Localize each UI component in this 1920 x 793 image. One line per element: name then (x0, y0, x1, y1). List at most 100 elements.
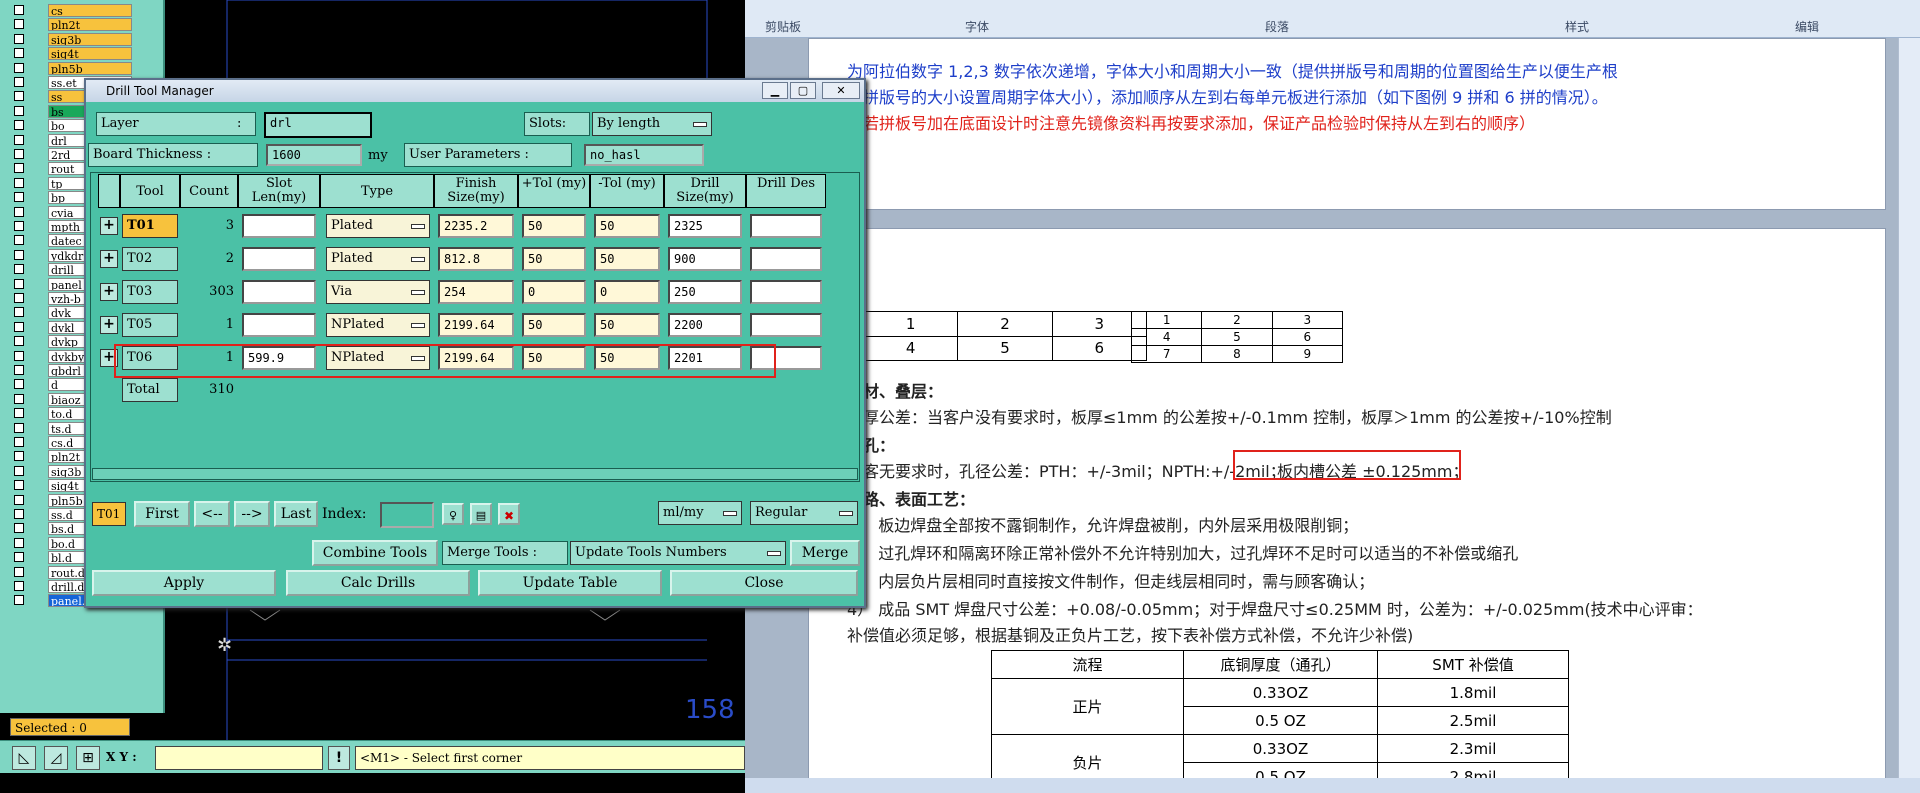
close-icon[interactable]: ✕ (822, 82, 860, 99)
layer-checkbox[interactable] (14, 91, 24, 102)
layer-checkbox[interactable] (14, 408, 24, 419)
layer-checkbox[interactable] (14, 321, 24, 332)
layer-checkbox[interactable] (14, 451, 24, 462)
dialog-titlebar[interactable]: Drill Tool Manager (86, 80, 864, 102)
plus-tol-input[interactable]: 0 (522, 280, 586, 304)
layer-checkbox[interactable] (14, 350, 24, 361)
layer-checkbox[interactable] (14, 221, 24, 231)
type-select[interactable]: Plated (326, 214, 430, 238)
apply-button[interactable]: Apply (92, 570, 276, 596)
expand-row-icon[interactable]: + (100, 283, 118, 301)
layer-checkbox[interactable] (14, 48, 24, 59)
update-table-button[interactable]: Update Table (478, 570, 662, 596)
user-params-input[interactable]: no_hasl (584, 144, 704, 166)
layer-name[interactable]: cs (48, 4, 132, 17)
xy-input[interactable] (155, 746, 323, 770)
layer-checkbox[interactable] (14, 379, 24, 390)
layer-checkbox[interactable] (14, 206, 24, 217)
slot-length-input[interactable] (242, 280, 316, 304)
minus-tol-input[interactable]: 50 (594, 247, 660, 271)
layer-checkbox[interactable] (14, 5, 24, 15)
ribbon-group-paragraph[interactable]: 段落 (1265, 18, 1289, 35)
layer-checkbox[interactable] (14, 422, 24, 433)
layer-row[interactable]: pln5b (14, 61, 132, 75)
layer-checkbox[interactable] (14, 494, 24, 505)
type-select[interactable]: NPlated (326, 313, 430, 337)
slot-length-input[interactable] (242, 313, 316, 337)
last-button[interactable]: Last (274, 501, 318, 527)
finish-size-input[interactable]: 254 (438, 280, 514, 304)
filter-icon[interactable]: ▤ (470, 503, 492, 525)
layer-checkbox[interactable] (14, 293, 24, 303)
plus-tol-input[interactable]: 50 (522, 313, 586, 337)
drill-size-input[interactable]: 2200 (668, 313, 742, 337)
minus-tol-input[interactable]: 0 (594, 280, 660, 304)
expand-row-icon[interactable]: + (100, 217, 118, 235)
layer-checkbox[interactable] (14, 105, 24, 116)
layer-checkbox[interactable] (14, 77, 24, 87)
layer-checkbox[interactable] (14, 33, 24, 44)
board-thickness-input[interactable]: 1600 (266, 144, 362, 166)
layer-checkbox[interactable] (14, 62, 24, 73)
merge-button[interactable]: Merge (790, 540, 860, 566)
drill-des-input[interactable] (750, 313, 822, 337)
finish-size-input[interactable]: 812.8 (438, 247, 514, 271)
calc-drills-button[interactable]: Calc Drills (286, 570, 470, 596)
drill-size-input[interactable]: 250 (668, 280, 742, 304)
layer-checkbox[interactable] (14, 595, 24, 606)
layer-checkbox[interactable] (14, 537, 24, 548)
layer-row[interactable]: sig3b (14, 32, 132, 46)
layer-checkbox[interactable] (14, 307, 24, 318)
first-button[interactable]: First (134, 501, 190, 527)
layer-checkbox[interactable] (14, 437, 24, 447)
layer-checkbox[interactable] (14, 264, 24, 275)
finish-size-input[interactable]: 2235.2 (438, 214, 514, 238)
delete-icon[interactable]: ✖ (498, 503, 520, 525)
table-horizontal-scrollbar[interactable] (92, 468, 858, 480)
layer-row[interactable]: sig4t (14, 47, 132, 61)
layer-name[interactable]: pln5b (48, 61, 132, 75)
merge-tools-select[interactable]: Update Tools Numbers (570, 541, 786, 565)
finish-size-input[interactable]: 2199.64 (438, 313, 514, 337)
drill-size-input[interactable]: 900 (668, 247, 742, 271)
ribbon-group-font[interactable]: 字体 (965, 18, 989, 35)
next-button[interactable]: --> (234, 501, 270, 527)
plus-tol-input[interactable]: 50 (522, 247, 586, 271)
index-input[interactable] (380, 502, 434, 528)
drill-des-input[interactable] (750, 214, 822, 238)
drill-size-input[interactable]: 2325 (668, 214, 742, 238)
layer-checkbox[interactable] (14, 509, 24, 519)
layer-name[interactable]: pln2t (48, 18, 132, 32)
minus-tol-input[interactable]: 50 (594, 214, 660, 238)
ribbon-group-clipboard[interactable]: 剪贴板 (765, 18, 801, 35)
plus-tol-input[interactable]: 50 (522, 214, 586, 238)
layer-checkbox[interactable] (14, 278, 24, 289)
drill-des-input[interactable] (750, 247, 822, 271)
snap-tool-icon[interactable]: ◺ (12, 746, 36, 770)
layer-name[interactable]: sig4t (48, 47, 132, 61)
combine-tools-button[interactable]: Combine Tools (312, 540, 438, 566)
layer-checkbox[interactable] (14, 235, 24, 246)
ribbon-group-editing[interactable]: 编辑 (1795, 18, 1819, 35)
layer-row[interactable]: cs (14, 4, 132, 17)
layer-checkbox[interactable] (14, 177, 24, 188)
layer-checkbox[interactable] (14, 134, 24, 145)
ribbon-group-styles[interactable]: 样式 (1565, 18, 1589, 35)
layer-checkbox[interactable] (14, 192, 24, 203)
slot-length-input[interactable] (242, 247, 316, 271)
layer-checkbox[interactable] (14, 249, 24, 260)
mode-select[interactable]: Regular (750, 501, 858, 525)
layer-row[interactable]: pln2t (14, 18, 132, 32)
layer-checkbox[interactable] (14, 523, 24, 534)
layer-checkbox[interactable] (14, 581, 24, 591)
grid-tool-icon[interactable]: ⊞ (76, 746, 100, 770)
layer-name[interactable]: sig3b (48, 32, 132, 46)
lamp-icon[interactable]: ♀ (442, 503, 464, 525)
slots-select[interactable]: By length (592, 112, 712, 136)
layer-checkbox[interactable] (14, 120, 24, 131)
word-vertical-scrollbar[interactable] (1898, 38, 1920, 778)
layer-checkbox[interactable] (14, 566, 24, 577)
alert-icon[interactable]: ! (328, 746, 350, 770)
layer-checkbox[interactable] (14, 393, 24, 404)
layer-checkbox[interactable] (14, 465, 24, 476)
